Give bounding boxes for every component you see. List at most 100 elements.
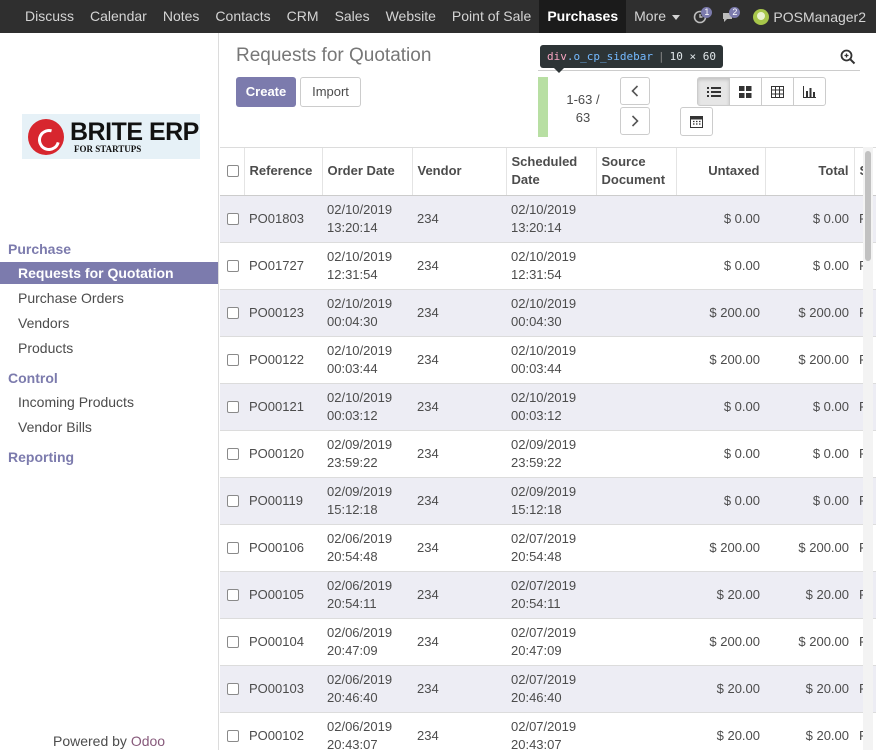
table-row[interactable]: PO00105 02/06/2019 20:54:11 234 02/07/2019 20… xyxy=(220,570,876,618)
app-discuss[interactable]: Discuss xyxy=(0,0,82,33)
calendar-icon xyxy=(690,116,703,128)
order-time: 00:03:12 xyxy=(327,407,378,423)
search-icon[interactable] xyxy=(840,49,856,65)
cell-source-document xyxy=(596,476,676,524)
activity-count-badge: 1 xyxy=(701,6,713,18)
pager-total: 63 xyxy=(575,110,591,125)
table-row[interactable]: PO00120 02/09/2019 23:59:22 234 02/09/2019 23… xyxy=(220,429,876,477)
table-row[interactable]: PO00122 02/10/2019 00:03:44 234 02/10/2019 00… xyxy=(220,335,876,383)
table-row[interactable]: PO00103 02/06/2019 20:46:40 234 02/07/2019 20… xyxy=(220,664,876,712)
scheduled-date: 02/09/2019 xyxy=(511,436,577,452)
row-checkbox[interactable] xyxy=(227,259,239,272)
tooltip-tag: div xyxy=(547,50,567,63)
scheduled-time: 15:12:18 xyxy=(511,501,562,517)
column-untaxed[interactable]: Untaxed xyxy=(676,148,766,196)
app-calendar[interactable]: Calendar xyxy=(82,0,155,33)
odoo-link[interactable]: Odoo xyxy=(131,733,165,749)
row-select-cell xyxy=(220,476,244,524)
column-vendor[interactable]: Vendor xyxy=(412,148,507,196)
column-order-date[interactable]: Order Date xyxy=(322,148,413,196)
app-website[interactable]: Website xyxy=(378,0,444,33)
row-checkbox[interactable] xyxy=(227,635,239,648)
import-button[interactable]: Import xyxy=(300,77,361,107)
table-row[interactable]: PO01727 02/10/2019 12:31:54 234 02/10/2019 12… xyxy=(220,241,876,289)
order-time: 15:12:18 xyxy=(327,501,378,517)
order-date: 02/09/2019 xyxy=(327,436,393,452)
messaging-menu[interactable]: 2 xyxy=(721,6,741,24)
row-checkbox[interactable] xyxy=(227,212,239,225)
scrollbar[interactable] xyxy=(863,147,873,750)
order-time: 00:04:30 xyxy=(327,313,378,329)
app-contacts[interactable]: Contacts xyxy=(207,0,278,33)
row-checkbox[interactable] xyxy=(227,400,239,413)
select-all-checkbox[interactable] xyxy=(227,165,239,178)
row-checkbox[interactable] xyxy=(227,682,239,695)
order-date: 02/09/2019 xyxy=(327,483,393,499)
cell-reference: PO00123 xyxy=(244,288,322,336)
pager-next-button[interactable] xyxy=(620,107,650,135)
cell-total: $ 200.00 xyxy=(765,288,854,336)
create-button[interactable]: Create xyxy=(236,77,296,107)
cell-total: $ 200.00 xyxy=(765,617,854,665)
sidebar-item-vendors[interactable]: Vendors xyxy=(0,312,218,334)
row-checkbox[interactable] xyxy=(227,588,239,601)
cell-source-document xyxy=(596,523,676,571)
app-sales[interactable]: Sales xyxy=(327,0,378,33)
more-menu[interactable]: More xyxy=(626,0,688,33)
sidebar-item-vendor-bills[interactable]: Vendor Bills xyxy=(0,416,218,438)
section-control[interactable]: Control xyxy=(8,370,58,386)
messages-count-badge: 2 xyxy=(729,6,741,18)
table-row[interactable]: PO00119 02/09/2019 15:12:18 234 02/09/2019 15… xyxy=(220,476,876,524)
sidebar-item-requests-for-quotation[interactable]: Requests for Quotation xyxy=(0,262,218,284)
cell-total: $ 0.00 xyxy=(765,476,854,524)
row-checkbox[interactable] xyxy=(227,729,239,742)
pager-previous-button[interactable] xyxy=(620,77,650,105)
app-crm[interactable]: CRM xyxy=(279,0,327,33)
table-row[interactable]: PO00102 02/06/2019 20:43:07 234 02/07/2019 20… xyxy=(220,711,876,750)
row-checkbox[interactable] xyxy=(227,353,239,366)
scrollbar-thumb[interactable] xyxy=(865,151,871,261)
scheduled-date: 02/10/2019 xyxy=(511,295,577,311)
table-row[interactable]: PO00123 02/10/2019 00:04:30 234 02/10/2019 00… xyxy=(220,288,876,336)
row-select-cell xyxy=(220,523,244,571)
activity-menu[interactable]: 1 xyxy=(693,6,713,24)
pivot-view-button[interactable] xyxy=(761,77,794,106)
cell-order-date: 02/10/2019 00:03:12 xyxy=(322,382,412,430)
column-reference[interactable]: Reference xyxy=(244,148,323,196)
app-purchases[interactable]: Purchases xyxy=(539,0,627,33)
column-source-document[interactable]: Source Document xyxy=(596,148,677,196)
list-view-button[interactable] xyxy=(697,77,730,106)
table-row[interactable]: PO00106 02/06/2019 20:54:48 234 02/07/2019 20… xyxy=(220,523,876,571)
cell-scheduled-date: 02/09/2019 23:59:22 xyxy=(506,429,596,477)
tooltip-dimensions: 10 × 60 xyxy=(669,50,716,63)
app-notes[interactable]: Notes xyxy=(155,0,208,33)
graph-view-button[interactable] xyxy=(793,77,826,106)
app-point-of-sale[interactable]: Point of Sale xyxy=(444,0,539,33)
row-select-cell xyxy=(220,382,244,430)
row-checkbox[interactable] xyxy=(227,306,239,319)
cell-source-document xyxy=(596,241,676,289)
sidebar-item-purchase-orders[interactable]: Purchase Orders xyxy=(0,287,218,309)
table-row[interactable]: PO00104 02/06/2019 20:47:09 234 02/07/2019 20… xyxy=(220,617,876,665)
cell-reference: PO00120 xyxy=(244,429,322,477)
calendar-view-button[interactable] xyxy=(680,107,713,136)
cell-scheduled-date: 02/10/2019 13:20:14 xyxy=(506,194,596,242)
row-checkbox[interactable] xyxy=(227,447,239,460)
section-purchase[interactable]: Purchase xyxy=(8,241,71,257)
user-menu[interactable]: POSManager2 xyxy=(773,9,866,25)
kanban-view-button[interactable] xyxy=(729,77,762,106)
cell-order-date: 02/06/2019 20:54:48 xyxy=(322,523,412,571)
row-checkbox[interactable] xyxy=(227,541,239,554)
column-total[interactable]: Total xyxy=(765,148,855,196)
cell-vendor: 234 xyxy=(412,382,506,430)
avatar[interactable] xyxy=(753,8,770,25)
sidebar-item-incoming-products[interactable]: Incoming Products xyxy=(0,391,218,413)
pager-value[interactable]: 1-63 / 63 xyxy=(556,91,610,127)
table-row[interactable]: PO00121 02/10/2019 00:03:12 234 02/10/2019 00… xyxy=(220,382,876,430)
cell-untaxed: $ 0.00 xyxy=(676,429,765,477)
table-row[interactable]: PO01803 02/10/2019 13:20:14 234 02/10/2019 13… xyxy=(220,194,876,242)
row-checkbox[interactable] xyxy=(227,494,239,507)
section-reporting[interactable]: Reporting xyxy=(8,449,74,465)
sidebar-item-products[interactable]: Products xyxy=(0,337,218,359)
column-scheduled-date[interactable]: Scheduled Date xyxy=(506,148,597,196)
